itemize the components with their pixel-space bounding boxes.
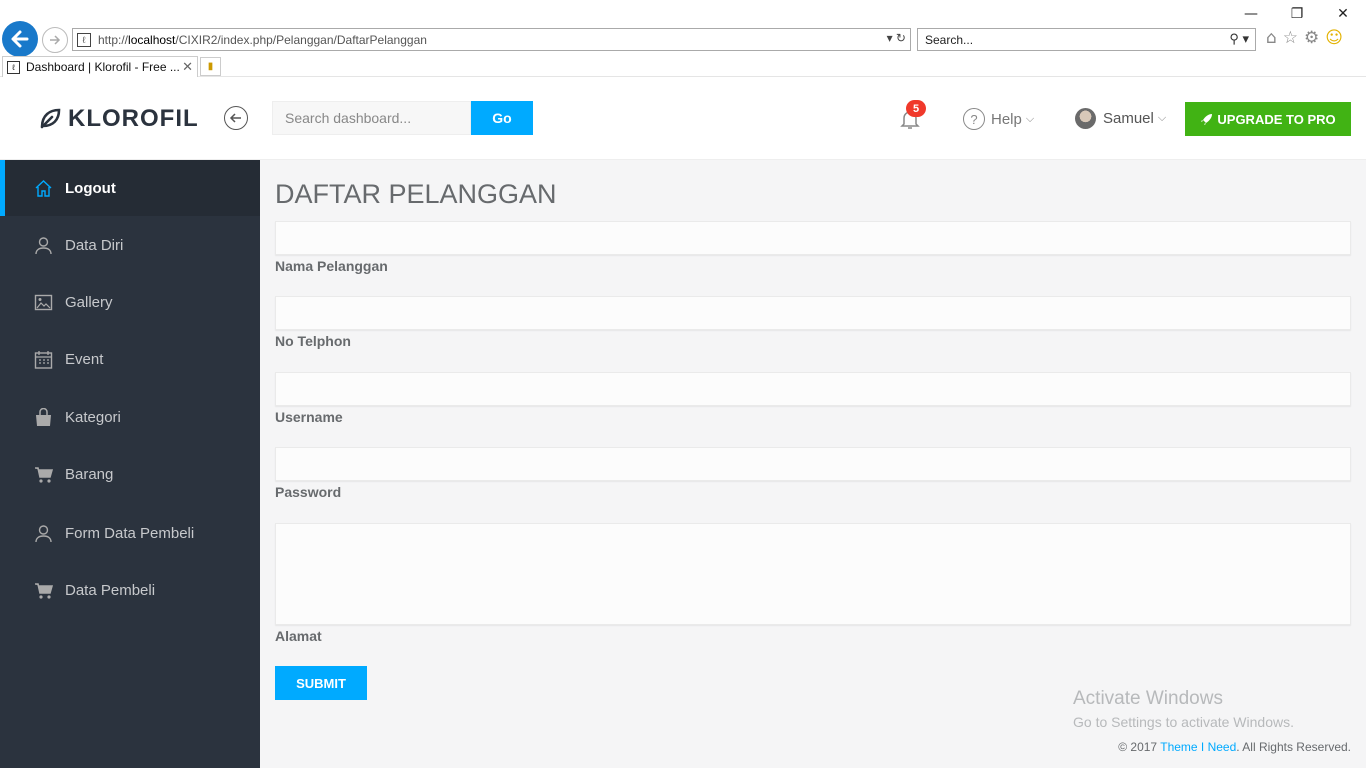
help-menu[interactable]: ? Help ⌵ — [963, 108, 1034, 130]
username-field[interactable] — [275, 372, 1351, 406]
app-header: KLOROFIL Go 5 ? Help ⌵ Samuel ⌵ UPGRADE … — [0, 77, 1366, 160]
dashboard-search-input[interactable] — [272, 101, 471, 135]
footer-suffix: . All Rights Reserved. — [1236, 740, 1351, 754]
upgrade-button[interactable]: UPGRADE TO PRO — [1185, 102, 1351, 136]
footer-prefix: © 2017 — [1118, 740, 1161, 754]
brand-name: KLOROFIL — [68, 105, 199, 132]
address-bar[interactable]: ℓ http://localhost/CIXIR2/index.php/Pela… — [72, 28, 911, 51]
sidebar-item-label: Data Diri — [65, 236, 124, 254]
url-prefix: http:// — [98, 32, 129, 47]
password-label: Password — [275, 484, 342, 500]
search-icon[interactable]: ⚲ ▾ — [1229, 31, 1249, 47]
nama-pelanggan-field[interactable] — [275, 221, 1351, 255]
sidebar-item-label: Kategori — [65, 408, 121, 426]
nama-pelanggan-label: Nama Pelanggan — [275, 258, 388, 274]
chevron-down-icon: ⌵ — [1025, 112, 1035, 125]
url-path: /CIXIR2/index.php/Pelanggan/DaftarPelang… — [175, 32, 427, 47]
alamat-textarea[interactable] — [275, 523, 1351, 625]
gear-icon[interactable]: ⚙ — [1304, 28, 1319, 48]
avatar — [1075, 108, 1096, 129]
sidebar: Logout Data Diri Gallery Event Kategori … — [0, 160, 260, 768]
go-button[interactable]: Go — [471, 101, 533, 135]
sidebar-item-data-diri[interactable]: Data Diri — [0, 217, 260, 273]
sidebar-item-event[interactable]: Event — [0, 331, 260, 387]
sidebar-item-data-pembeli[interactable]: Data Pembeli — [0, 562, 260, 618]
forward-button[interactable] — [42, 27, 68, 53]
browser-toolbar: — ❐ ✕ ℓ http://localhost/CIXIR2/index.ph… — [0, 0, 1366, 57]
user-icon — [34, 524, 53, 543]
username-label: Username — [275, 409, 343, 425]
refresh-icon[interactable]: ▾ ↻ — [887, 31, 906, 45]
dashboard-search: Go — [272, 101, 533, 135]
question-icon: ? — [963, 108, 985, 130]
browser-search-placeholder: Search... — [925, 32, 974, 47]
no-telphon-label: No Telphon — [275, 333, 351, 349]
activate-windows-title: Activate Windows — [1073, 688, 1223, 709]
sidebar-item-form-data-pembeli[interactable]: Form Data Pembeli — [0, 505, 260, 561]
window-controls: — ❐ ✕ — [1228, 0, 1366, 28]
smiley-icon[interactable]: ☺ — [1325, 28, 1343, 48]
restore-button[interactable]: ❐ — [1274, 0, 1320, 28]
notification-badge: 5 — [906, 100, 926, 117]
calendar-icon — [34, 350, 53, 369]
cart-icon — [34, 465, 53, 484]
sidebar-item-label: Form Data Pembeli — [65, 524, 195, 542]
image-icon — [34, 293, 53, 312]
chevron-down-icon: ⌵ — [1157, 112, 1167, 124]
star-icon[interactable]: ☆ — [1283, 28, 1298, 48]
footer-theme-link[interactable]: Theme I Need — [1160, 740, 1236, 754]
browser-search-box[interactable]: Search... ⚲ ▾ — [917, 28, 1256, 51]
tab-close-icon[interactable]: ✕ — [182, 59, 193, 75]
sidebar-item-label: Data Pembeli — [65, 581, 156, 599]
user-name: Samuel — [1103, 110, 1154, 127]
user-icon — [34, 236, 53, 255]
sidebar-item-label: Barang — [65, 465, 114, 483]
bag-icon — [34, 407, 53, 427]
user-menu[interactable]: Samuel ⌵ — [1075, 108, 1166, 129]
alamat-label: Alamat — [275, 628, 322, 644]
brand-logo[interactable]: KLOROFIL — [38, 105, 199, 133]
tab-title: Dashboard | Klorofil - Free ... — [26, 60, 180, 74]
tab-favicon-icon: ℓ — [7, 60, 20, 74]
sidebar-item-barang[interactable]: Barang — [0, 446, 260, 502]
browser-tool-icons: ⌂ ☆ ⚙ ☺ — [1266, 28, 1343, 48]
leaf-icon — [40, 108, 61, 129]
new-tab-button[interactable]: ▮ — [200, 57, 221, 76]
sidebar-item-gallery[interactable]: Gallery — [0, 274, 260, 330]
page-favicon-icon: ℓ — [77, 32, 91, 47]
close-button[interactable]: ✕ — [1320, 0, 1366, 28]
sidebar-item-logout[interactable]: Logout — [0, 160, 260, 216]
cart-icon — [34, 581, 53, 600]
help-label: Help — [991, 110, 1022, 128]
footer: © 2017 Theme I Need. All Rights Reserved… — [1118, 740, 1351, 754]
minimize-button[interactable]: — — [1228, 0, 1274, 28]
home-icon — [34, 179, 53, 198]
url-host: localhost — [128, 32, 176, 47]
sidebar-item-label: Event — [65, 350, 104, 368]
home-icon[interactable]: ⌂ — [1266, 28, 1277, 48]
arrow-left-circle-icon — [229, 113, 241, 123]
tab-dashboard[interactable]: ℓ Dashboard | Klorofil - Free ... ✕ — [2, 56, 198, 77]
rocket-icon — [1201, 113, 1213, 125]
main-content: DAFTAR PELANGGAN Nama Pelanggan No Telph… — [260, 160, 1366, 768]
upgrade-label: UPGRADE TO PRO — [1217, 111, 1336, 127]
arrow-left-icon — [11, 30, 29, 48]
page-title: DAFTAR PELANGGAN — [275, 179, 557, 209]
tab-bar: ℓ Dashboard | Klorofil - Free ... ✕ ▮ — [0, 56, 1366, 77]
sidebar-toggle-button[interactable] — [224, 106, 248, 130]
sidebar-item-label: Gallery — [65, 293, 113, 311]
no-telphon-field[interactable] — [275, 296, 1351, 330]
sidebar-item-label: Logout — [65, 179, 116, 197]
password-field[interactable] — [275, 447, 1351, 481]
arrow-right-icon — [50, 35, 61, 45]
sidebar-item-kategori[interactable]: Kategori — [0, 389, 260, 445]
back-button[interactable] — [2, 21, 38, 57]
submit-button[interactable]: SUBMIT — [275, 666, 367, 700]
activate-windows-subtitle: Go to Settings to activate Windows. — [1073, 714, 1294, 730]
